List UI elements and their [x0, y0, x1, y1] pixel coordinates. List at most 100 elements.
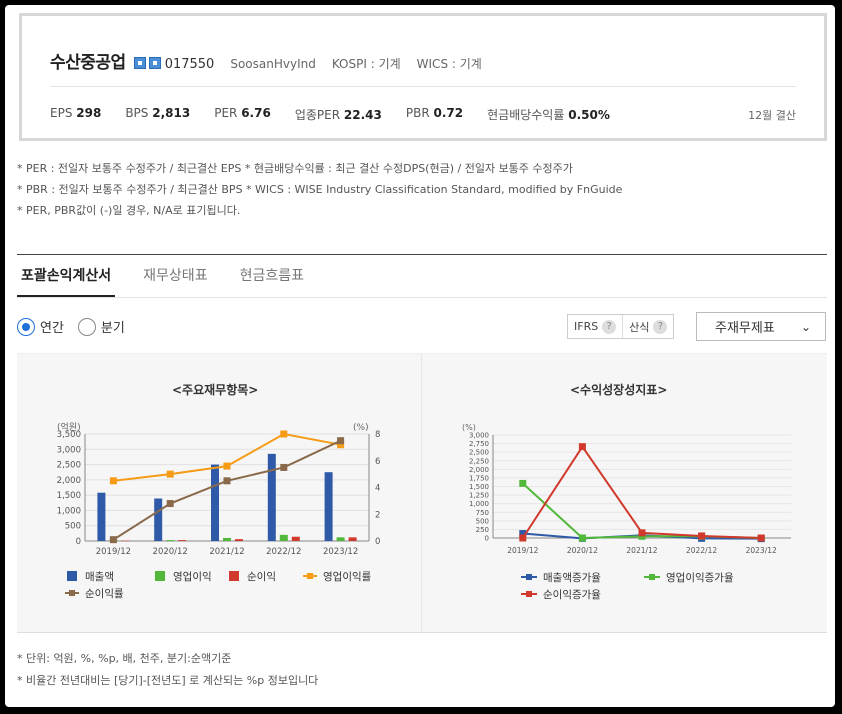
legend-swatch — [649, 574, 655, 580]
y-right-unit: (%) — [353, 423, 369, 433]
bar-순이익 — [121, 540, 130, 542]
point-순이익증가율 — [519, 534, 527, 542]
y-tick: 2,000 — [469, 466, 489, 474]
legend-label: 순이익률 — [85, 588, 124, 600]
formula-toggle[interactable]: 산식 ? — [622, 315, 673, 338]
bar-순이익 — [235, 539, 243, 541]
chevron-down-icon: ⌄ — [800, 319, 811, 334]
market-info: KOSPI : 기계 — [331, 57, 401, 71]
x-tick-label: 2021/12 — [626, 546, 657, 555]
company-name: 수산중공업 — [50, 53, 126, 73]
radio-annual[interactable]: 연간 — [17, 317, 64, 336]
tab-balance-sheet[interactable]: 재무상태표 — [139, 265, 211, 297]
y-tick: 1,500 — [469, 483, 489, 491]
y-tick: 1,750 — [469, 474, 489, 482]
statement-type-select[interactable]: 주재무제표 ⌄ — [696, 312, 826, 341]
ir-icon[interactable] — [148, 57, 161, 69]
y-right-tick: 4 — [375, 484, 380, 494]
legend-swatch — [155, 571, 165, 581]
bar-영업이익 — [279, 534, 288, 541]
radio-checked-icon[interactable] — [17, 317, 35, 336]
y-right-tick: 6 — [375, 457, 380, 467]
legend-label: 영업이익 — [173, 570, 212, 583]
english-name: SoosanHvyInd — [230, 57, 316, 71]
point-영업이익률 — [223, 462, 231, 470]
note-line: * PER : 전일자 보통주 수정주가 / 최근결산 EPS * 현금배당수익… — [17, 162, 573, 175]
bar-순이익 — [348, 537, 357, 541]
note-line: * PER, PBR값이 (-)일 경우, N/A로 표기됩니다. — [17, 204, 241, 217]
home-icon[interactable] — [133, 57, 146, 69]
point-영업이익률 — [166, 470, 174, 478]
y-tick: 2,750 — [469, 440, 489, 448]
y-tick: 500 — [476, 517, 489, 525]
legend-swatch — [526, 574, 532, 580]
stock-code: 017550 — [164, 57, 215, 72]
bar-영업이익 — [223, 537, 231, 541]
point-순이익증가율 — [698, 532, 706, 540]
point-순이익증가율 — [638, 529, 646, 537]
legend-label: 순이익증가율 — [543, 589, 601, 601]
y-left-tick: 1,000 — [57, 506, 81, 516]
x-tick-label: 2022/12 — [266, 547, 301, 557]
y-left-tick: 1,500 — [57, 491, 81, 501]
y-right-tick: 2 — [375, 510, 380, 520]
y-left-tick: 500 — [65, 522, 81, 532]
financials-chart: (억원) (%)05001,0001,5002,0002,5003,0003,50… — [57, 421, 381, 600]
help-icon[interactable]: ? — [653, 319, 668, 334]
point-순이익률 — [166, 500, 174, 508]
legend-label: 매출액증가율 — [543, 572, 601, 584]
ifrs-toggle[interactable]: IFRS ? — [568, 315, 622, 338]
bar-순이익 — [291, 536, 300, 541]
bar-순이익 — [178, 540, 187, 541]
company-row: 수산중공업 017550 SoosanHvyInd KOSPI : 기계 WIC… — [50, 48, 482, 73]
metric-bps: BPS 2,813 — [125, 106, 191, 120]
y-tick: 1,000 — [469, 500, 489, 508]
y-tick: 1,250 — [469, 492, 489, 500]
y-left-tick: 2,000 — [57, 476, 81, 486]
bar-매출액 — [211, 464, 219, 541]
bar-매출액 — [97, 492, 106, 541]
tab-income-statement[interactable]: 포괄손익계산서 — [17, 265, 116, 297]
tab-cash-flow[interactable]: 현금흐름표 — [236, 265, 308, 297]
metric-eps: EPS 298 — [50, 106, 102, 120]
metric-per: PER 6.76 — [214, 106, 271, 120]
point-순이익증가율 — [757, 534, 765, 542]
metrics-row: EPS 298 BPS 2,813 PER 6.76 업종PER 22.43 P… — [50, 106, 634, 123]
bar-영업이익 — [336, 537, 345, 541]
bar-영업이익 — [166, 540, 175, 541]
x-tick-label: 2019/12 — [507, 546, 538, 555]
legend-label: 영업이익증가율 — [666, 571, 734, 584]
x-tick-label: 2023/12 — [746, 546, 777, 555]
legend-label: 영업이익률 — [323, 570, 372, 583]
bar-매출액 — [324, 472, 333, 541]
y-tick: 0 — [485, 535, 489, 543]
definition-notes: * PER : 전일자 보통주 수정주가 / 최근결산 EPS * 현금배당수익… — [17, 158, 622, 221]
point-순이익률 — [280, 463, 288, 471]
radio-quarterly[interactable]: 분기 — [77, 317, 125, 336]
x-tick-label: 2022/12 — [686, 546, 717, 555]
y-tick: 2,250 — [469, 457, 489, 465]
metric-industry-per: 업종PER 22.43 — [294, 108, 382, 122]
line-순이익률 — [112, 439, 342, 541]
y-left-tick: 3,000 — [57, 445, 81, 455]
point-순이익률 — [337, 437, 345, 445]
legend-label: 순이익 — [247, 571, 276, 583]
divider — [50, 86, 796, 87]
metric-dividend-yield: 현금배당수익률 0.50% — [487, 108, 610, 122]
bar-매출액 — [154, 498, 163, 541]
y-tick: 750 — [476, 509, 489, 517]
legend-swatch — [307, 573, 313, 579]
y-left-tick: 2,500 — [57, 461, 81, 471]
x-tick-label: 2023/12 — [323, 547, 358, 557]
legend-swatch — [69, 590, 75, 596]
x-tick-label: 2019/12 — [96, 547, 131, 557]
tab-underline — [17, 297, 827, 298]
help-icon[interactable]: ? — [602, 319, 617, 334]
point-영업이익증가율 — [519, 479, 527, 487]
y-right-tick: 8 — [375, 430, 380, 440]
growth-chart: (%)02505007501,0001,2501,5001,7502,0002,… — [462, 423, 791, 601]
radio-unchecked-icon[interactable] — [77, 317, 96, 336]
y-tick: 250 — [476, 526, 489, 534]
page-frame: 수산중공업 017550 SoosanHvyInd KOSPI : 기계 WIC… — [5, 5, 835, 707]
note-line: * 단위: 억원, %, %p, 배, 천주, 분기:순액기준 — [17, 652, 232, 665]
